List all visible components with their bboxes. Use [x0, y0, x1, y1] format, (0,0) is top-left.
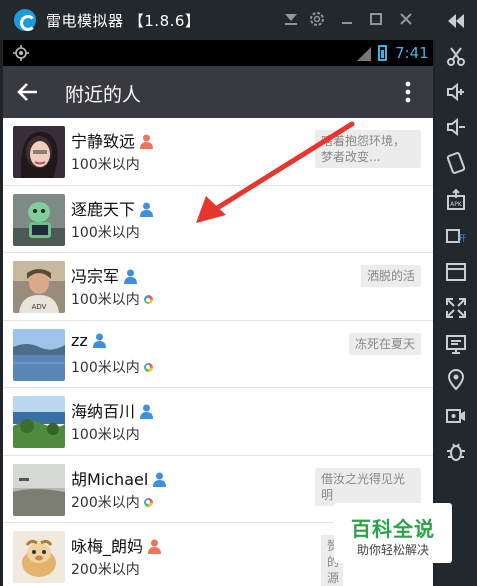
action-bar: 附近的人: [3, 66, 433, 118]
watermark-logo: 百科全说 助你轻松解决: [334, 503, 452, 563]
avatar: [13, 396, 65, 448]
moments-icon: [143, 497, 153, 507]
close-button[interactable]: [397, 10, 415, 28]
gps-icon: [12, 44, 30, 62]
signature-bubble: 洒脱的活: [360, 265, 421, 287]
svg-text:APK: APK: [450, 201, 463, 208]
emulator-title: 雷电模拟器 【1.8.6】: [46, 12, 201, 30]
person-name: 胡Michael: [71, 466, 167, 490]
signature-bubble: 冻死在夏天: [348, 332, 421, 355]
distance-label: 100米以内: [71, 289, 153, 309]
minimize-button[interactable]: [338, 10, 356, 28]
emulator-logo-icon: [14, 9, 36, 31]
list-item[interactable]: 宁静致远 100米以内 嗐着抱怨环境，梦者改变...: [3, 118, 433, 186]
more-options-icon[interactable]: [399, 79, 417, 105]
scissors-icon[interactable]: [444, 45, 468, 69]
emulator-sidebar: APK 开: [435, 0, 477, 586]
male-icon: [123, 269, 138, 284]
moments-icon: [143, 362, 153, 372]
avatar: ADV: [13, 261, 65, 313]
status-time: 7:41: [395, 44, 429, 62]
distance-label: 200米以内: [71, 562, 140, 578]
emulator-window: 雷电模拟器 【1.8.6】 APK 开 7:41 附近的人 宁静致远 100米以…: [0, 0, 477, 586]
list-item[interactable]: ADV 冯宗军 100米以内 洒脱的活: [3, 253, 433, 321]
list-item[interactable]: 逐鹿天下 100米以内: [3, 185, 433, 253]
person-name: zz: [71, 331, 107, 350]
maximize-button[interactable]: [367, 10, 385, 28]
page-title: 附近的人: [65, 84, 142, 106]
signature-bubble: 借汝之光得见光明: [315, 467, 421, 506]
person-name: 逐鹿天下: [71, 196, 154, 220]
signature-bubble: 嗐着抱怨环境，梦者改变...: [315, 130, 421, 168]
distance-label: 100米以内: [71, 157, 140, 173]
female-icon: [139, 134, 154, 149]
distance-label: 100米以内: [71, 224, 140, 241]
settings-gear-icon[interactable]: [308, 10, 326, 28]
back-arrow-icon[interactable]: [15, 79, 41, 105]
male-icon: [92, 333, 107, 348]
volume-up-icon[interactable]: [444, 80, 468, 104]
svg-text:开: 开: [458, 234, 466, 243]
emulator-title-bar: 雷电模拟器 【1.8.6】: [0, 0, 477, 40]
person-name: 宁静致远: [71, 128, 154, 152]
status-bar: 7:41: [3, 40, 433, 66]
window-icon[interactable]: [444, 260, 468, 284]
watermark-title: 百科全说: [351, 517, 435, 541]
avatar: [13, 328, 65, 381]
fullscreen-icon[interactable]: [444, 296, 468, 320]
keyboard-menu-icon[interactable]: [282, 10, 300, 28]
avatar: [13, 126, 65, 178]
location-icon[interactable]: [444, 368, 468, 392]
person-name: 咏梅_朗妈: [71, 533, 162, 557]
person-name: 海纳百川: [71, 398, 154, 422]
avatar: [13, 193, 65, 246]
video-icon[interactable]: [444, 404, 468, 428]
person-name: 冯宗军: [71, 263, 138, 287]
rotate-icon[interactable]: [444, 151, 468, 175]
avatar: [13, 463, 65, 516]
distance-label: 100米以内: [71, 427, 140, 443]
screen-record-icon[interactable]: [444, 332, 468, 356]
multi-instance-icon[interactable]: 开: [444, 224, 468, 248]
male-icon: [139, 202, 154, 217]
signal-icon: [357, 46, 371, 61]
list-item[interactable]: zz 100米以内 冻死在夏天: [3, 320, 433, 388]
avatar: [13, 531, 65, 583]
male-icon: [152, 472, 167, 487]
apk-install-icon[interactable]: APK: [444, 188, 468, 212]
distance-label: 100米以内: [71, 357, 153, 377]
distance-label: 200米以内: [71, 492, 153, 512]
rewind-icon[interactable]: [444, 9, 468, 33]
svg-text:ADV: ADV: [32, 303, 47, 311]
list-item[interactable]: 海纳百川 100米以内: [3, 388, 433, 456]
moments-icon: [143, 295, 153, 304]
watermark-subtitle: 助你轻松解决: [356, 543, 429, 557]
volume-down-icon[interactable]: [444, 115, 468, 139]
male-icon: [139, 404, 154, 419]
battery-icon: [378, 45, 387, 61]
bug-icon[interactable]: [444, 440, 468, 464]
female-icon: [147, 539, 162, 554]
